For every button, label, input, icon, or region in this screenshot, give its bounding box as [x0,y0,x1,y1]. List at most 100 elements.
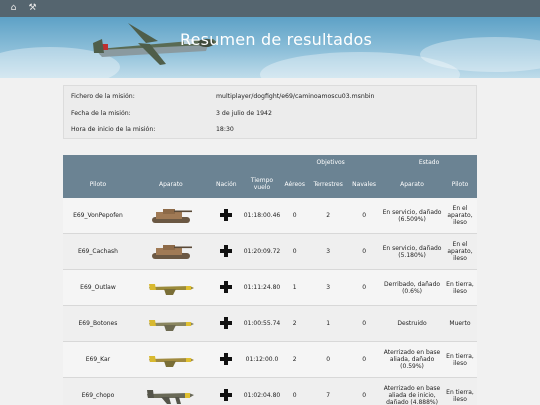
col-air-objectives: Aéreos [280,170,310,198]
pilot-name: E69_Kar [63,341,133,378]
nation-cell [208,198,244,234]
results-table-container: Objetivos Estado Piloto Aparato Nación T… [63,155,477,405]
balkenkreuz-icon [220,352,233,365]
ground-objectives: 3 [309,233,348,270]
fighter-plane-icon [148,319,194,331]
air-objectives: 2 [280,305,310,342]
table-row: E69_Cachash 01:20:09.72 0 3 0 En servici… [63,233,477,270]
top-toolbar: ⌂ ⚒ [0,0,540,17]
pilot-status: En el aparato, ileso [442,233,477,270]
flight-time: 01:00:55.74 [243,305,281,342]
pilot-status: Muerto [442,305,477,342]
mission-start-row: Hora de inicio de la misión: 18:30 [64,121,476,137]
pilot-name: E69_chopo [63,377,133,405]
ground-objectives: 7 [309,377,348,405]
mission-file-row: Fichero de la misión: multiplayer/dogfig… [64,88,476,104]
col-nation: Nación [208,170,244,198]
flight-time: 01:11:24.80 [243,269,281,306]
balkenkreuz-icon [220,316,233,329]
air-objectives: 0 [280,377,310,405]
fighter-plane-icon [148,283,194,295]
table-row: E69_VonPepofen 01:18:00.46 0 2 0 En serv… [63,198,477,234]
pilot-name: E69_Outlaw [63,269,133,306]
header-spacer [63,155,281,170]
naval-objectives: 0 [347,305,382,342]
naval-objectives: 0 [347,377,382,405]
balkenkreuz-icon [220,388,233,401]
pilot-status: En tierra, ileso [442,377,477,405]
balkenkreuz-icon [220,208,233,221]
table-row: E69_Kar 01:12:00.0 2 0 0 Aterrizado en b… [63,341,477,378]
flight-time: 01:02:04.80 [243,377,281,405]
mission-date-row: Fecha de la misión: 3 de julio de 1942 [64,105,476,121]
air-objectives: 0 [280,198,310,234]
pilot-status: En tierra, ileso [442,341,477,378]
ground-objectives: 2 [309,198,348,234]
objectives-group-header: Objetivos [280,155,382,170]
pilot-name: E69_Botones [63,305,133,342]
ground-objectives: 1 [309,305,348,342]
mission-start-value: 18:30 [216,126,234,133]
nation-cell [208,233,244,270]
air-objectives: 2 [280,341,310,378]
ground-objectives: 0 [309,341,348,378]
col-naval-objectives: Navales [347,170,382,198]
tank-icon [151,244,192,259]
air-objectives: 0 [280,233,310,270]
col-ground-objectives: Terrestres [309,170,348,198]
mission-date-label: Fecha de la misión: [71,110,131,117]
pilot-name: E69_Cachash [63,233,133,270]
nation-cell [208,341,244,378]
naval-objectives: 0 [347,269,382,306]
mission-info-panel: Fichero de la misión: multiplayer/dogfig… [63,85,477,139]
naval-objectives: 0 [347,198,382,234]
fighter-plane-icon [148,355,194,367]
dive-bomber-icon [146,389,194,404]
aircraft-cell [132,269,209,306]
aircraft-status: Aterrizado en base aliada, dañado (0.59%… [381,341,443,378]
aircraft-cell [132,233,209,270]
tank-icon [151,208,192,223]
ground-objectives: 3 [309,269,348,306]
pilot-status: En el aparato, ileso [442,198,477,234]
aircraft-status: En servicio, dañado (6.509%) [381,198,443,234]
aircraft-status: Destruido [381,305,443,342]
mission-date-value: 3 de julio de 1942 [216,110,272,117]
aircraft-cell [132,377,209,405]
aircraft-status: Derribado, dañado (0.6%) [381,269,443,306]
page-title: Resumen de resultados [180,30,373,49]
table-row: E69_Outlaw 01:11:24.80 1 3 0 Derribado, … [63,269,477,306]
mission-file-label: Fichero de la misión: [71,93,135,100]
mission-file-value: multiplayer/dogfight/e69/caminoamoscu03.… [216,93,375,100]
col-flight-time: Tiempo vuelo [243,170,281,198]
aircraft-cell [132,341,209,378]
col-pilot: Piloto [63,170,133,198]
table-row: E69_Botones 01:00:55.74 2 1 0 Destruido … [63,305,477,342]
table-row: E69_chopo 01:02:04.80 0 7 0 Aterrizado e… [63,377,477,405]
nation-cell [208,377,244,405]
home-icon[interactable]: ⌂ [8,3,19,14]
naval-objectives: 0 [347,233,382,270]
air-objectives: 1 [280,269,310,306]
aircraft-status: Aterrizado en base aliada de inicio, dañ… [381,377,443,405]
nation-cell [208,269,244,306]
col-aircraft: Aparato [132,170,209,198]
pilot-name: E69_VonPepofen [63,198,133,234]
pilot-status: En tierra, ileso [442,269,477,306]
balkenkreuz-icon [220,280,233,293]
balkenkreuz-icon [220,244,233,257]
flight-time: 01:18:00.46 [243,198,281,234]
naval-objectives: 0 [347,341,382,378]
mission-start-label: Hora de inicio de la misión: [71,126,156,133]
col-pilot-status: Piloto [442,170,477,198]
aircraft-status: En servicio, dañado (5.180%) [381,233,443,270]
tools-icon[interactable]: ⚒ [27,3,38,14]
nation-cell [208,305,244,342]
flight-time: 01:20:09.72 [243,233,281,270]
results-table: Objetivos Estado Piloto Aparato Nación T… [63,155,477,405]
aircraft-cell [132,305,209,342]
flight-time: 01:12:00.0 [243,341,281,378]
status-group-header: Estado [381,155,477,170]
aircraft-cell [132,198,209,234]
col-aircraft-status: Aparato [381,170,443,198]
